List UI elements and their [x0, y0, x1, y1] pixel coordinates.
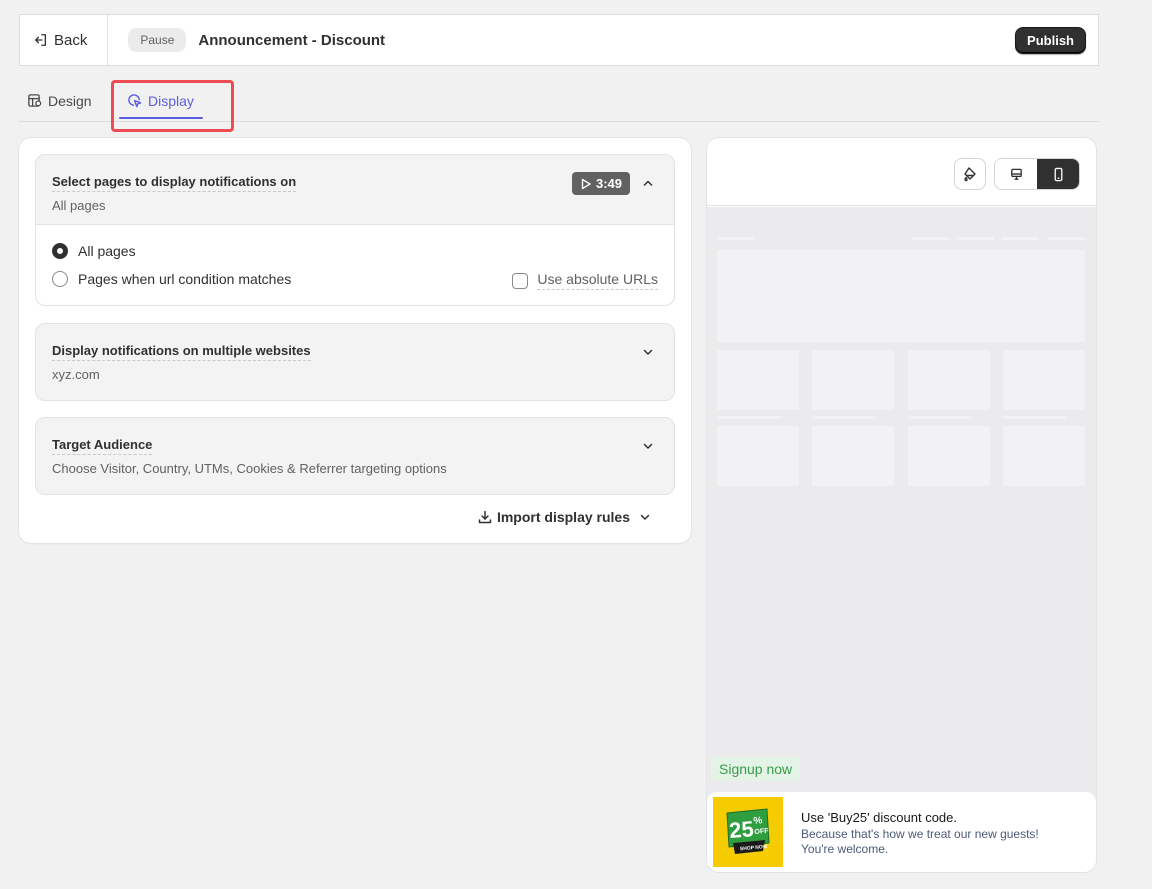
promo-off: OFF — [754, 828, 769, 836]
promo-number: 25 — [728, 816, 755, 843]
websites-section[interactable]: Display notifications on multiple websit… — [35, 323, 675, 401]
skeleton-line — [908, 416, 972, 419]
absolute-urls-checkbox[interactable]: Use absolute URLs — [512, 271, 658, 290]
skeleton-card — [717, 426, 799, 486]
pages-section-title: Select pages to display notifications on — [52, 174, 297, 192]
notification-title: Use 'Buy25' discount code. — [801, 810, 957, 825]
websites-section-subtitle: xyz.com — [52, 367, 100, 382]
skeleton-card — [812, 426, 894, 486]
skeleton-line — [717, 416, 781, 419]
skeleton-line — [911, 237, 949, 240]
preview-toolbar — [707, 138, 1096, 206]
pages-section: Select pages to display notifications on… — [35, 154, 675, 306]
chevron-down-icon[interactable] — [642, 440, 654, 452]
display-settings-card: Select pages to display notifications on… — [19, 138, 691, 543]
audience-section-subtitle: Choose Visitor, Country, UTMs, Cookies &… — [52, 461, 447, 476]
skeleton-card — [908, 426, 990, 486]
radio-button[interactable] — [52, 271, 68, 287]
skeleton-hero — [717, 250, 1085, 342]
active-tab-indicator — [119, 117, 203, 119]
desktop-icon — [1010, 168, 1022, 180]
notification-body: Because that's how we treat our new gues… — [801, 827, 1039, 856]
discount-tag-graphic: 25 % OFF SHOP NOW — [726, 808, 770, 854]
radio-all-pages-label: All pages — [78, 243, 136, 259]
play-icon — [581, 178, 591, 189]
back-label: Back — [54, 31, 88, 49]
skeleton-card — [908, 350, 990, 410]
import-display-rules-button[interactable]: Import display rules — [478, 509, 651, 525]
checkbox[interactable] — [512, 272, 529, 289]
signup-button[interactable]: Signup now — [711, 757, 801, 781]
tab-display-label: Display — [148, 92, 194, 109]
radio-button-selected[interactable] — [52, 243, 68, 259]
promo-image: 25 % OFF SHOP NOW — [713, 797, 783, 867]
cursor-click-icon — [128, 94, 142, 108]
publish-button[interactable]: Publish — [1015, 27, 1086, 54]
promo-percent: % — [753, 815, 763, 827]
import-label: Import display rules — [496, 509, 630, 525]
layout-icon — [28, 94, 42, 107]
preview-panel: Signup now 25 % OFF SHOP NOW Use 'Buy25'… — [707, 138, 1096, 872]
device-toggle — [994, 158, 1080, 190]
audience-section-header[interactable]: Target Audience Choose Visitor, Country,… — [36, 418, 674, 476]
chevron-down-icon[interactable] — [642, 346, 654, 358]
websites-section-header[interactable]: Display notifications on multiple websit… — [36, 324, 674, 382]
back-button[interactable]: Back — [20, 15, 109, 65]
radio-url-condition-label: Pages when url condition matches — [78, 271, 292, 287]
promo-shop-now: SHOP NOW — [740, 844, 768, 852]
tab-design[interactable]: Design — [27, 80, 92, 121]
radio-all-pages[interactable]: All pages — [52, 243, 136, 259]
skeleton-line — [1003, 416, 1067, 419]
skeleton-card — [717, 350, 799, 410]
chevron-up-icon[interactable] — [642, 177, 654, 189]
audience-section-title: Target Audience — [52, 437, 153, 455]
tab-design-label: Design — [48, 92, 92, 109]
exit-icon — [35, 34, 47, 46]
skeleton-line — [812, 416, 876, 419]
websites-section-title: Display notifications on multiple websit… — [52, 343, 311, 361]
chevron-down-icon — [640, 514, 650, 520]
mobile-icon — [1054, 167, 1062, 181]
mobile-view-button[interactable] — [1037, 159, 1079, 189]
paint-bucket-icon — [964, 167, 976, 182]
notification-text: Use 'Buy25' discount code. Because that'… — [801, 810, 1071, 857]
status-badge: Pause — [128, 28, 187, 52]
top-bar: Back Pause Announcement - Discount Publi… — [19, 14, 1099, 66]
skeleton-line — [956, 237, 994, 240]
download-icon — [478, 510, 492, 524]
audience-section[interactable]: Target Audience Choose Visitor, Country,… — [35, 417, 675, 495]
notification-popup[interactable]: 25 % OFF SHOP NOW Use 'Buy25' discount c… — [707, 792, 1096, 872]
pages-section-body: All pages Pages when url condition match… — [36, 224, 674, 305]
radio-url-condition[interactable]: Pages when url condition matches — [52, 271, 291, 287]
style-picker-button[interactable] — [954, 158, 986, 190]
skeleton-line — [717, 237, 755, 240]
absolute-urls-label: Use absolute URLs — [537, 271, 658, 290]
skeleton-card — [1003, 426, 1085, 486]
tab-bar: Design Display — [19, 80, 1099, 122]
desktop-view-button[interactable] — [995, 159, 1037, 189]
tab-display[interactable]: Display — [119, 80, 203, 121]
skeleton-card — [1003, 350, 1085, 410]
pages-section-header[interactable]: Select pages to display notifications on… — [36, 155, 674, 213]
skeleton-line — [1001, 237, 1039, 240]
pages-section-subtitle: All pages — [52, 198, 106, 213]
page-title: Announcement - Discount — [198, 31, 386, 49]
video-tutorial-button[interactable]: 3:49 — [571, 172, 630, 195]
video-duration: 3:49 — [595, 176, 622, 191]
skeleton-card — [812, 350, 894, 410]
skeleton-line — [1047, 237, 1085, 240]
